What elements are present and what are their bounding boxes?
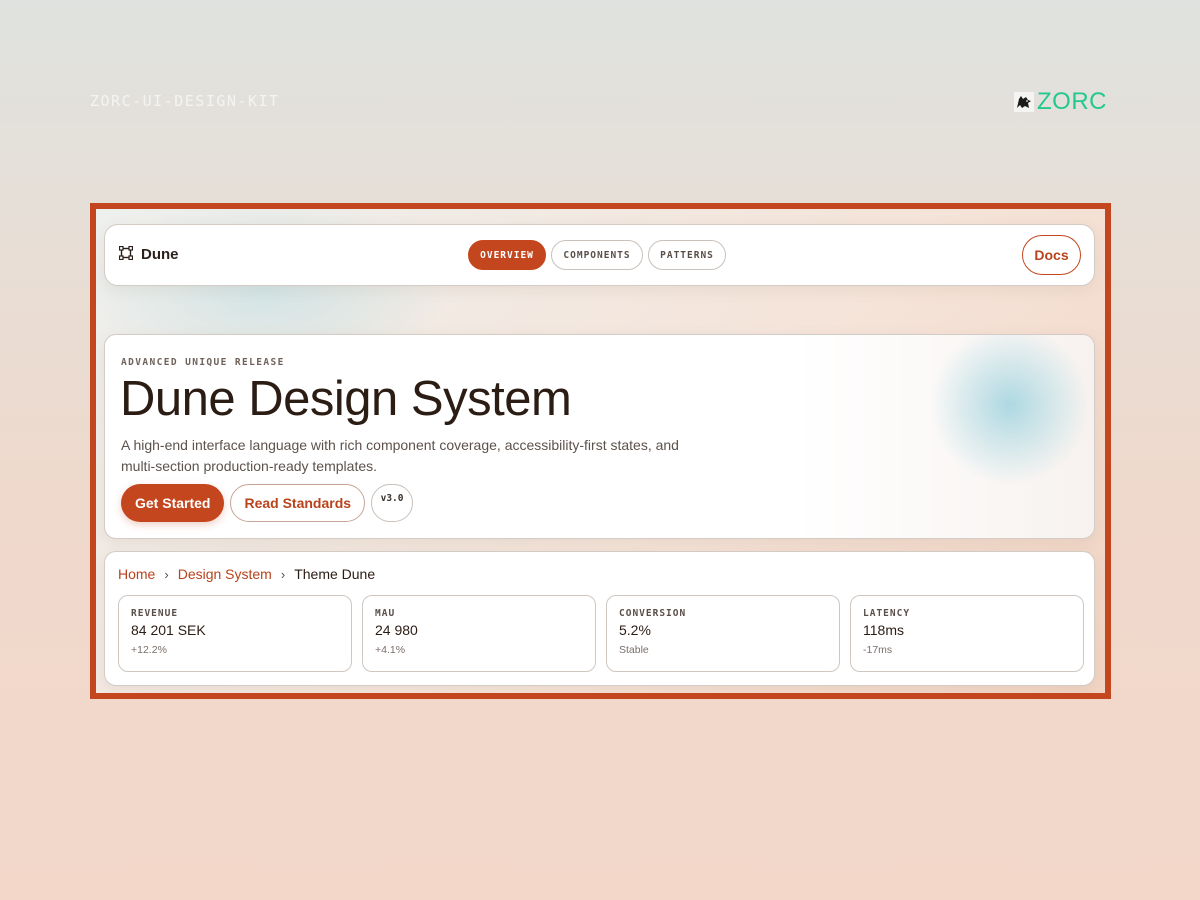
hero-actions: Get Started Read Standards v3.0	[121, 484, 414, 522]
breadcrumb-current: Theme Dune	[294, 566, 376, 582]
breadcrumb: Home › Design System › Theme Dune	[118, 566, 375, 582]
top-nav: Dune OVERVIEW COMPONENTS PATTERNS Docs	[104, 224, 1095, 286]
stat-card-mau: MAU 24 980 +4.1%	[362, 595, 596, 672]
chevron-right-icon: ›	[164, 566, 169, 582]
stat-card-revenue: REVENUE 84 201 SEK +12.2%	[118, 595, 352, 672]
stat-delta: -17ms	[863, 644, 893, 656]
hero-description: A high-end interface language with rich …	[121, 437, 679, 474]
kit-label: ZORC-UI-DESIGN-KIT	[90, 92, 280, 110]
nav-tabs: OVERVIEW COMPONENTS PATTERNS	[468, 240, 726, 270]
tab-patterns[interactable]: PATTERNS	[648, 240, 726, 270]
stat-label: MAU	[375, 608, 396, 619]
tab-components[interactable]: COMPONENTS	[551, 240, 643, 270]
metrics-panel: Home › Design System › Theme Dune REVENU…	[104, 551, 1095, 686]
brand-name: ZORC	[1037, 88, 1107, 115]
preview-frame: Dune OVERVIEW COMPONENTS PATTERNS Docs A…	[90, 203, 1111, 699]
read-standards-button[interactable]: Read Standards	[230, 484, 366, 522]
stat-cards: REVENUE 84 201 SEK +12.2% MAU 24 980 +4.…	[118, 595, 1084, 672]
stat-label: LATENCY	[863, 608, 911, 619]
stat-value: 118ms	[863, 622, 904, 638]
stat-value: 84 201 SEK	[131, 622, 206, 638]
stat-value: 5.2%	[619, 622, 651, 638]
brand-logo[interactable]: ZORC	[1014, 88, 1107, 116]
wolf-logo-icon	[1014, 92, 1034, 112]
stat-label: CONVERSION	[619, 608, 687, 619]
stat-label: REVENUE	[131, 608, 179, 619]
stat-delta: Stable	[619, 644, 649, 656]
hero-card: ADVANCED UNIQUE RELEASE Dune Design Syst…	[104, 334, 1095, 539]
nav-brand-label: Dune	[141, 246, 179, 263]
breadcrumb-design-system[interactable]: Design System	[178, 566, 272, 582]
nav-brand[interactable]: Dune	[118, 245, 179, 264]
breadcrumb-home[interactable]: Home	[118, 566, 155, 582]
hero-title: Dune Design System	[120, 372, 572, 426]
tab-overview[interactable]: OVERVIEW	[468, 240, 546, 270]
stat-delta: +4.1%	[375, 644, 406, 656]
stat-value: 24 980	[375, 622, 418, 638]
stat-delta: +12.2%	[131, 644, 167, 656]
chevron-right-icon: ›	[280, 566, 286, 582]
get-started-button[interactable]: Get Started	[121, 484, 225, 522]
docs-button[interactable]: Docs	[1022, 235, 1081, 275]
stat-card-conversion: CONVERSION 5.2% Stable	[606, 595, 840, 672]
hero-eyebrow: ADVANCED UNIQUE RELEASE	[121, 357, 285, 368]
frame-corners-icon	[118, 245, 134, 264]
stat-card-latency: LATENCY 118ms -17ms	[850, 595, 1084, 672]
version-badge: v3.0	[371, 484, 414, 522]
